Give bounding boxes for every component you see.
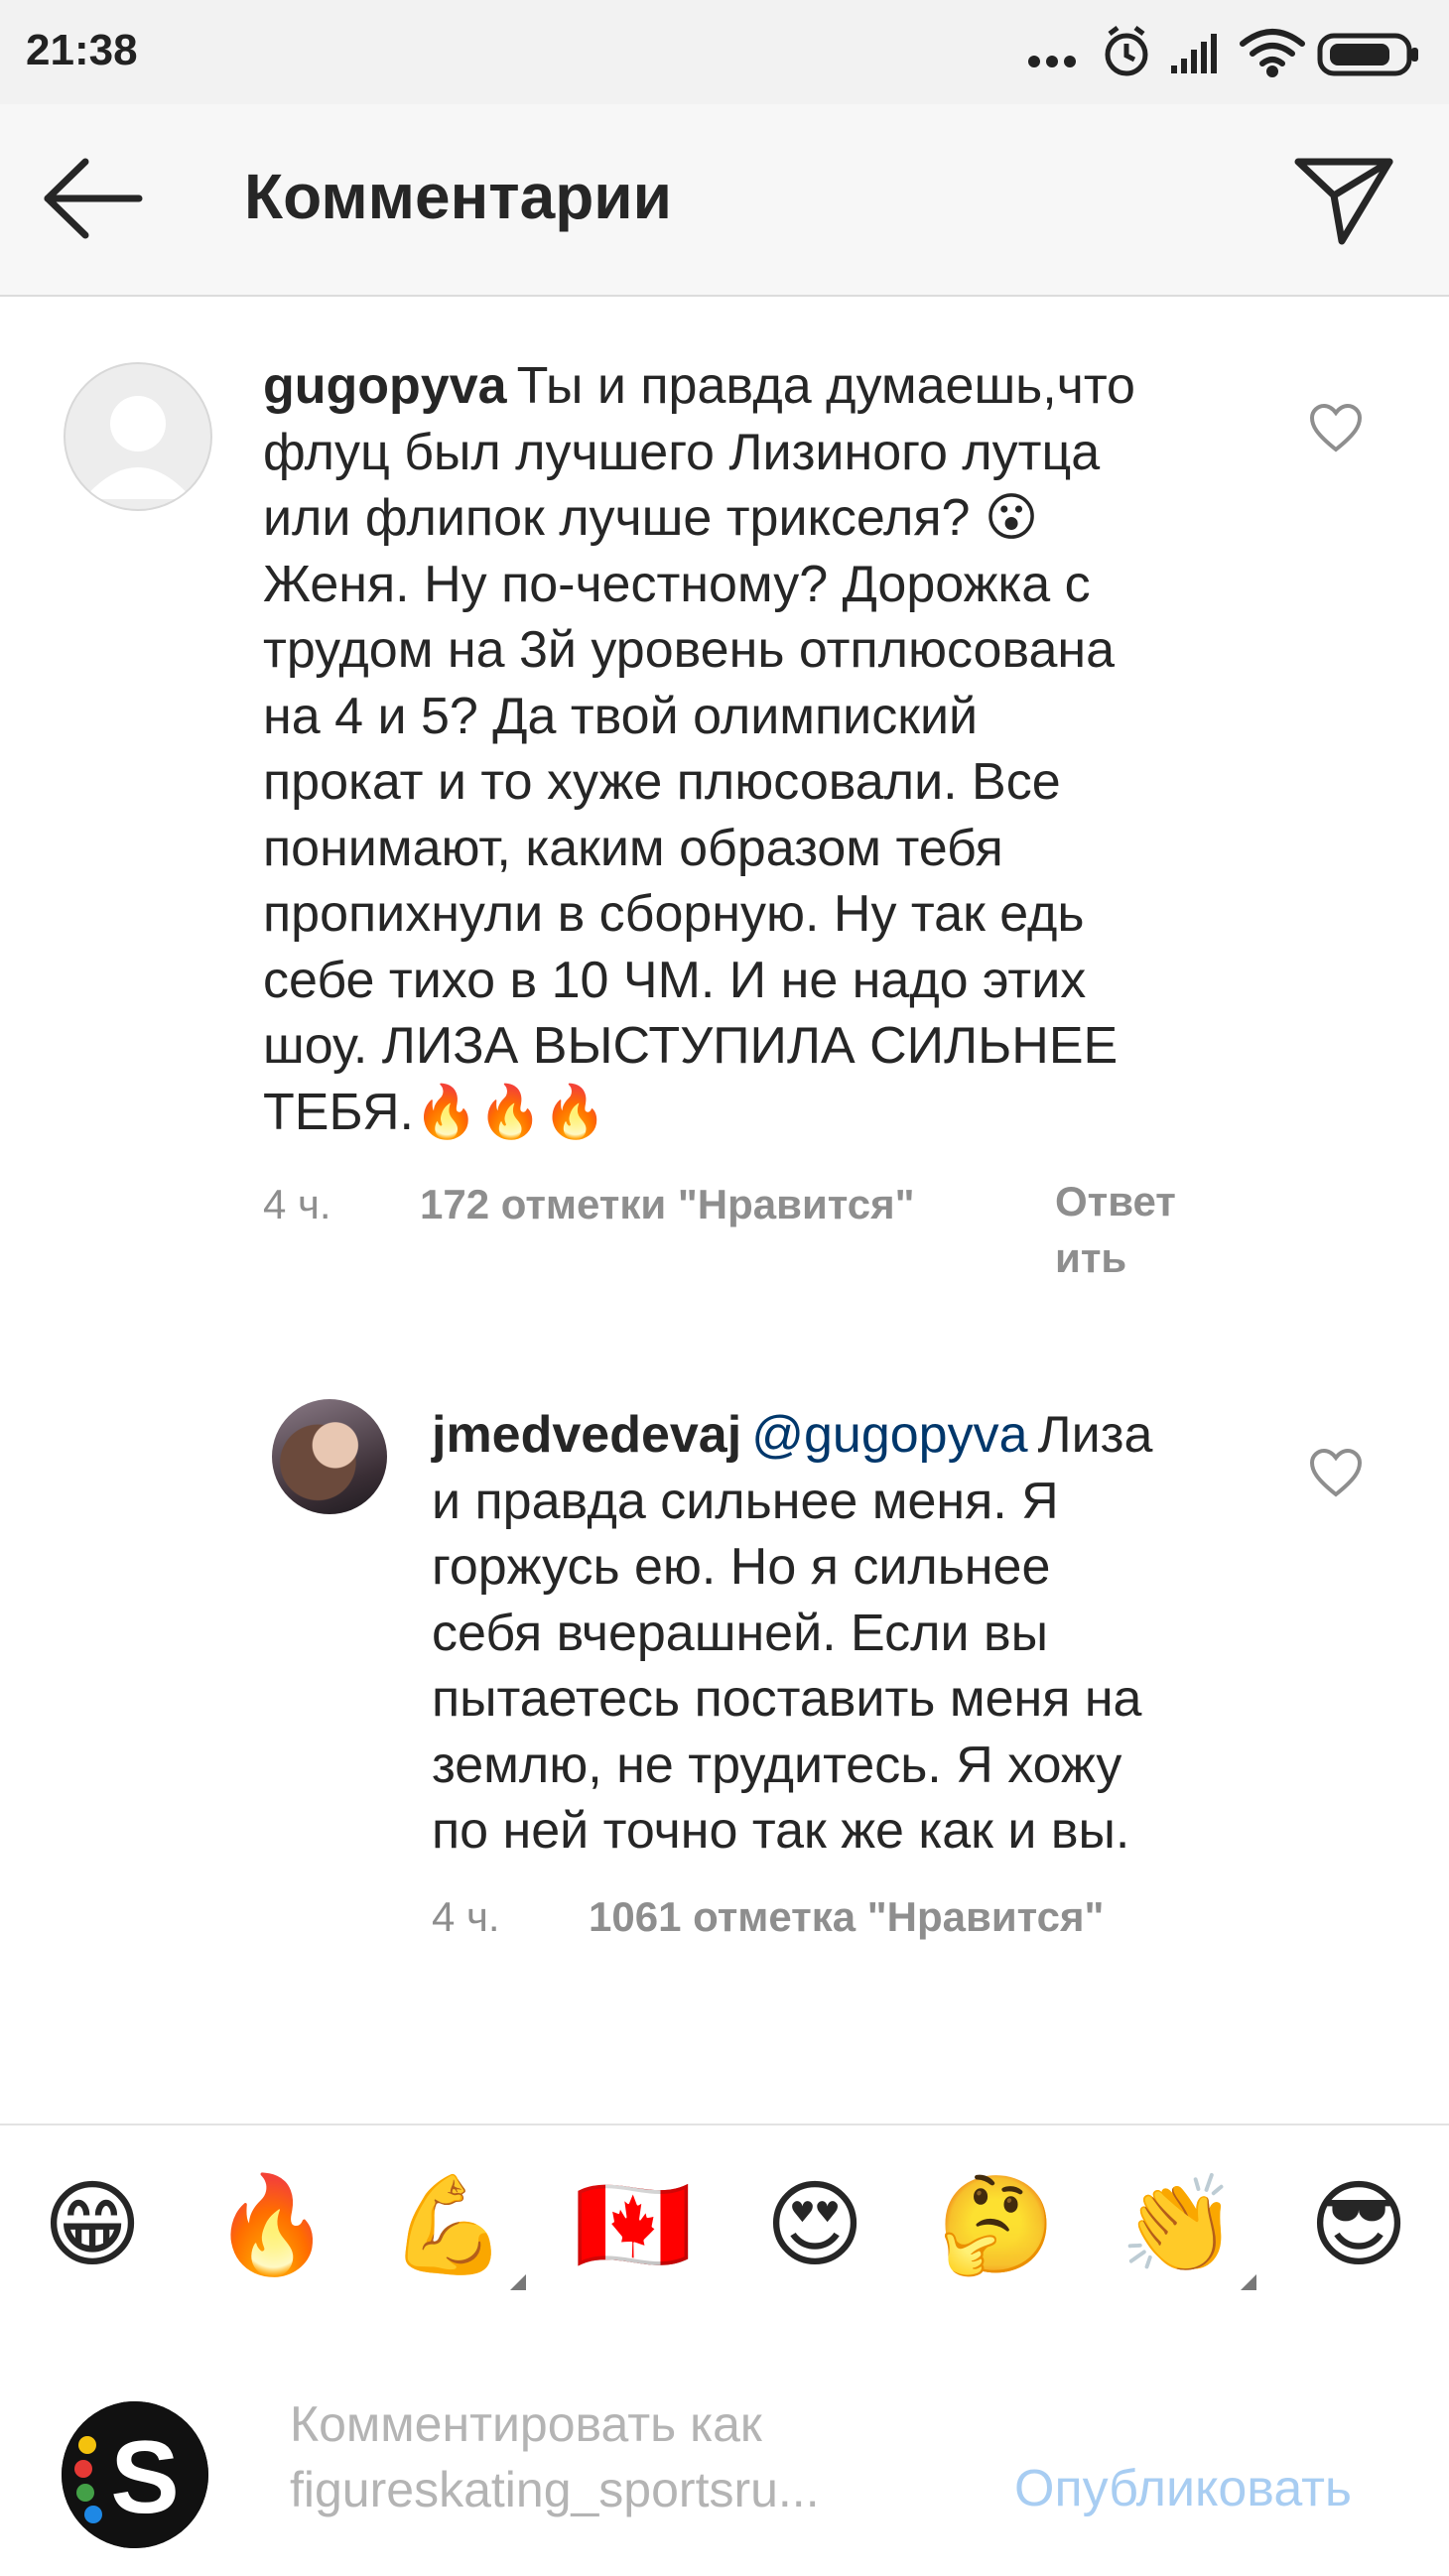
emoji-canada-flag-button[interactable]: 🇨🇦 [574,2167,693,2284]
comment-text: jmedvedevaj @gugopyva Лиза и правда сильне… [432,1402,1325,1865]
emoji-glyph: 😎 [1308,2172,1409,2278]
comment-line: трудом на 3й уровень отплюсована [263,621,1116,679]
reply-label-line: Ответ [1055,1178,1176,1224]
reply-button[interactable]: Ответ ить [1055,1173,1176,1286]
comment-line: себя вчерашней. Если вы [432,1604,1048,1662]
publish-button[interactable]: Опубликовать [1014,2459,1352,2518]
comment-line: землю, не трудитесь. Я хожу [432,1736,1122,1794]
comment-time: 4 ч. [432,1893,500,1940]
comment-meta: 4 ч. [263,1181,331,1228]
likes-count[interactable]: 1061 отметка "Нравится" [589,1893,1104,1941]
like-heart-icon[interactable] [1308,1447,1364,1498]
app-header: Комментарии [0,104,1449,297]
signal-icon [1171,34,1217,73]
likes-count[interactable]: 172 отметки "Нравится" [420,1181,915,1228]
comment-line: Ты и правда думаешь,что [516,357,1135,415]
emoji-glyph: 🤔 [937,2172,1056,2278]
emoji-glyph: 👏 [1120,2172,1239,2278]
comment-text: gugopyva Ты и правда думаешь,что флуц был… [263,353,1255,1145]
comment-username[interactable]: jmedvedevaj [432,1406,741,1464]
emoji-glyph: 🇨🇦 [574,2172,693,2278]
comment-line: и правда сильнее меня. Я [432,1472,1059,1530]
comment-line: или флипок лучше трикселя? 😮 [263,489,1039,547]
alarm-icon [1105,26,1148,76]
status-time: 21:38 [26,26,138,74]
comment-line: Женя. Ну по-честному? Дорожка с [263,555,1091,613]
avatar[interactable] [272,1399,387,1514]
sportsru-logo-icon: S [62,2401,208,2548]
arrow-left-icon [44,158,143,239]
emoji-grin-button[interactable]: 😁 [34,2167,151,2284]
emoji-fire-button[interactable]: 🔥 [212,2167,331,2284]
emoji-glyph: 😍 [764,2172,865,2278]
account-avatar[interactable]: S [62,2401,208,2548]
default-avatar-icon [83,396,193,499]
comment-line: пропихнули в сборную. Ну так едь [263,885,1085,943]
wifi-icon [1240,29,1305,77]
logo-letter: S [110,2420,179,2535]
emoji-glyph: 🔥 [212,2172,331,2278]
reply-comment-item: jmedvedevaj @gugopyva Лиза и правда сильне… [0,1350,1449,2004]
status-bar: 21:38 [0,0,1449,104]
comment-line: пытаетесь поставить меня на [432,1670,1142,1728]
mention-link[interactable]: @gugopyva [751,1406,1027,1464]
more-dots-icon [1028,56,1076,67]
comment-line: шоу. ЛИЗА ВЫСТУПИЛА СИЛЬНЕЕ [263,1017,1119,1075]
comment-input[interactable]: Комментировать как figureskating_sportsr… [290,2391,985,2522]
share-button[interactable] [1290,144,1399,253]
emoji-thinking-button[interactable]: 🤔 [937,2167,1056,2284]
skin-tone-indicator [1241,2274,1256,2290]
back-button[interactable] [40,154,149,243]
comment-line: ТЕБЯ.🔥🔥🔥 [263,1083,607,1141]
comment-line: на 4 и 5? Да твой олимпиский [263,687,979,745]
likes-count-text: 1061 отметка "Нравится" [589,1893,1105,1940]
comment-input-placeholder: figureskating_sportsru... [290,2462,820,2517]
comment-item: gugopyva Ты и правда думаешь,что флуц был… [0,295,1449,1287]
comment-line: прокат и то хуже плюсовали. Все [263,753,1061,811]
comment-line: себе тихо в 10 ЧМ. И не надо этих [263,951,1087,1009]
comment-line: понимают, каким образом тебя [263,819,1003,877]
like-heart-icon[interactable] [1308,402,1364,453]
comment-line: по ней точно так же как и вы. [432,1802,1130,1860]
comment-input-placeholder: Комментировать как [290,2396,762,2452]
comment-composer: S Комментировать как figureskating_sport… [0,2322,1449,2576]
comment-username[interactable]: gugopyva [263,357,507,415]
emoji-muscle-button[interactable]: 💪 [389,2167,526,2290]
avatar[interactable] [64,362,212,511]
emoji-sunglasses-button[interactable]: 😎 [1300,2167,1417,2284]
comment-line: горжусь ею. Но я сильнее [432,1538,1051,1596]
skin-tone-indicator [510,2274,526,2290]
emoji-quick-bar: 😁 🔥 💪 🇨🇦 😍 🤔 👏 😎 [0,2124,1449,2324]
likes-count-text: 172 отметки "Нравится" [420,1181,915,1227]
emoji-glyph: 💪 [389,2172,508,2278]
comment-meta: 4 ч. [432,1893,500,1941]
reply-label-line: ить [1055,1234,1127,1281]
paper-plane-icon [1294,158,1393,245]
status-icons [1028,26,1418,77]
comment-line: Лиза [1037,1406,1153,1464]
battery-icon [1317,33,1418,76]
comment-time: 4 ч. [263,1181,331,1227]
emoji-glyph: 😁 [42,2172,143,2278]
emoji-heart-eyes-button[interactable]: 😍 [756,2167,873,2284]
page-title: Комментарии [244,161,672,232]
emoji-clap-button[interactable]: 👏 [1120,2167,1256,2290]
comment-line: флуц был лучшего Лизиного лутца [263,423,1101,481]
